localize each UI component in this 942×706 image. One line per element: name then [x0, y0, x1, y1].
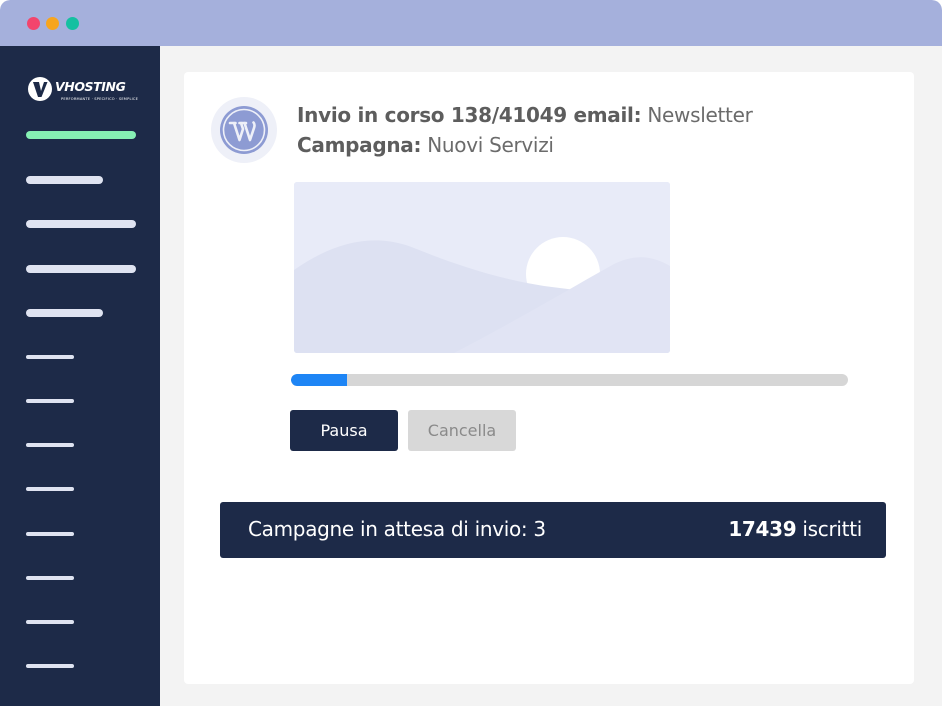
sidebar-item-8[interactable]: [26, 443, 74, 447]
maximize-window-button[interactable]: [66, 17, 79, 30]
image-placeholder: [294, 182, 670, 353]
sidebar-item-12[interactable]: [26, 620, 74, 624]
sidebar-item-11[interactable]: [26, 576, 74, 580]
sidebar-item-3[interactable]: [26, 220, 136, 228]
newsletter-name: Newsletter: [647, 103, 753, 127]
logo-tagline: PERFORMANTE · SPECIFICO · SEMPLICE: [61, 97, 139, 101]
sending-progress-label: Invio in corso 138/41049 email:: [297, 103, 642, 127]
vhosting-logo-icon: [28, 77, 52, 101]
app-window: VHOSTING PERFORMANTE · SPECIFICO · SEMPL…: [0, 0, 942, 706]
sidebar-item-6[interactable]: [26, 355, 74, 359]
image-placeholder-icon: [294, 182, 670, 353]
sidebar-item-9[interactable]: [26, 487, 74, 491]
sending-status: Invio in corso 138/41049 email: Newslett…: [297, 103, 753, 127]
campaign-name: Nuovi Servizi: [427, 133, 554, 157]
vhosting-logo[interactable]: VHOSTING PERFORMANTE · SPECIFICO · SEMPL…: [28, 75, 138, 105]
queue-waiting-text: Campagne in attesa di invio: 3: [248, 517, 546, 541]
sending-progress-bar: [291, 374, 848, 386]
pause-button[interactable]: Pausa: [290, 410, 398, 451]
subscribers-label: iscritti: [802, 517, 862, 541]
title-bar: [0, 0, 942, 46]
subscribers-count: 17439: [728, 517, 797, 541]
sidebar-item-13[interactable]: [26, 664, 74, 668]
minimize-window-button[interactable]: [46, 17, 59, 30]
campaign-status: Campagna: Nuovi Servizi: [297, 133, 554, 157]
sending-progress-fill: [291, 374, 347, 386]
cancel-button[interactable]: Cancella: [408, 410, 516, 451]
sidebar-item-1[interactable]: [26, 131, 136, 139]
campaign-card: Invio in corso 138/41049 email: Newslett…: [184, 72, 914, 684]
sidebar-item-7[interactable]: [26, 399, 74, 403]
subscribers-summary: 17439 iscritti: [728, 517, 862, 541]
campaign-label: Campagna:: [297, 133, 422, 157]
close-window-button[interactable]: [27, 17, 40, 30]
sidebar-item-5[interactable]: [26, 309, 103, 317]
queue-status-bar: Campagne in attesa di invio: 3 17439 iscr…: [220, 502, 886, 558]
sidebar: VHOSTING PERFORMANTE · SPECIFICO · SEMPL…: [0, 46, 160, 706]
sidebar-item-10[interactable]: [26, 532, 74, 536]
sidebar-item-2[interactable]: [26, 176, 103, 184]
logo-brand: VHOSTING: [55, 79, 126, 94]
sidebar-item-4[interactable]: [26, 265, 136, 273]
wordpress-icon: [211, 97, 277, 163]
